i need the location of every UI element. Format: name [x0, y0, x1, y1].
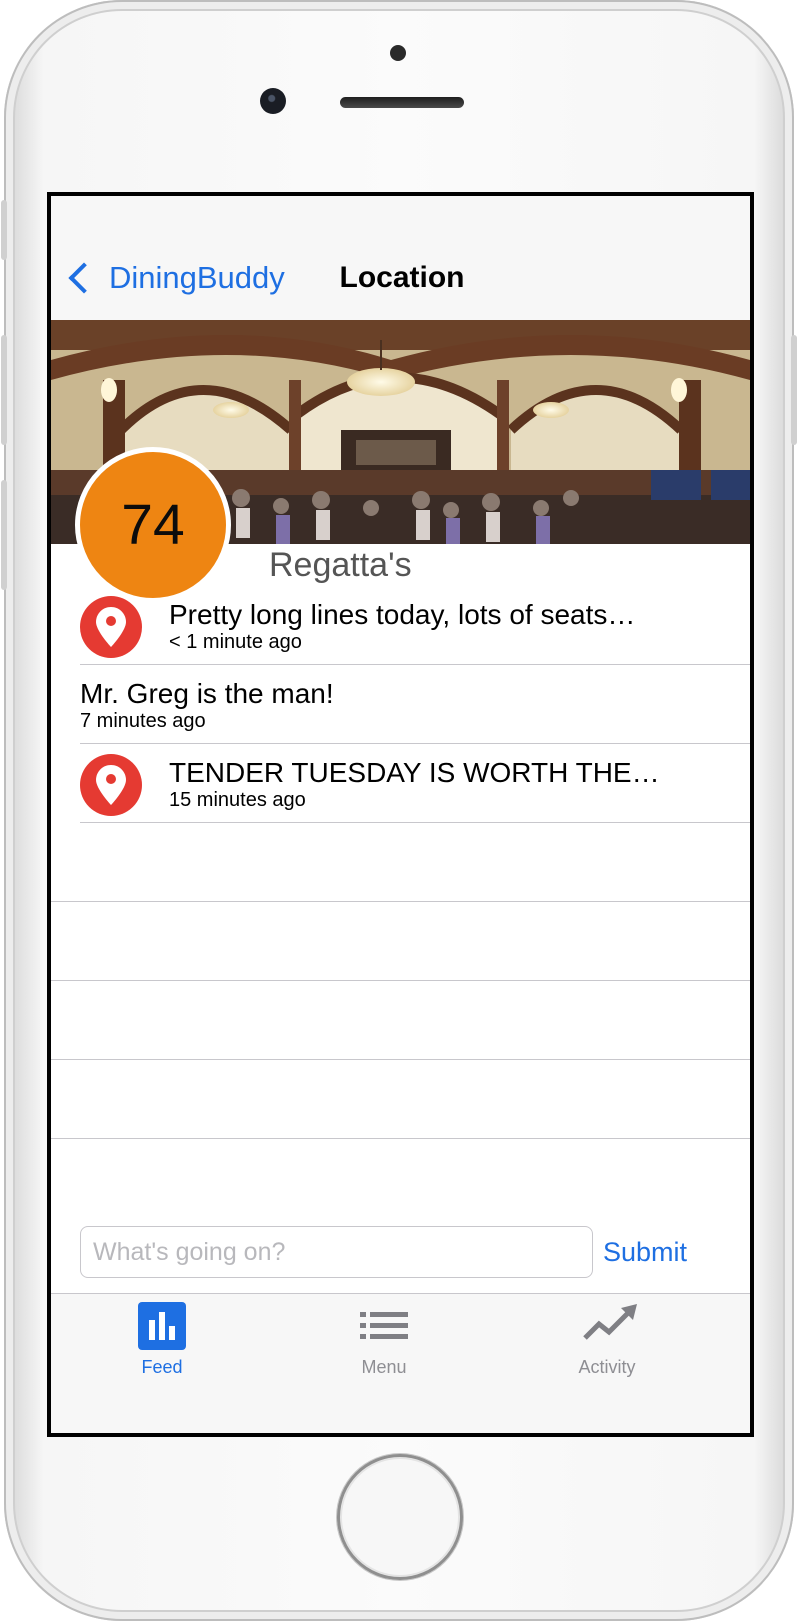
feed-list: Pretty long lines today, lots of seats… … — [51, 586, 750, 1139]
bar-chart-icon — [138, 1302, 186, 1350]
front-camera — [260, 88, 286, 114]
location-name: Regatta's — [269, 546, 412, 584]
post-input[interactable] — [80, 1226, 593, 1278]
power-button — [791, 335, 797, 445]
empty-row — [51, 823, 750, 902]
proximity-sensor — [390, 45, 406, 61]
earpiece-speaker — [340, 97, 464, 108]
page-title: Location — [339, 261, 465, 294]
submit-button[interactable]: Submit — [603, 1226, 687, 1278]
tab-menu[interactable]: Menu — [324, 1302, 444, 1378]
trend-icon — [583, 1302, 637, 1350]
feed-item[interactable]: Pretty long lines today, lots of seats… … — [80, 586, 750, 665]
post-composer: Submit — [80, 1226, 720, 1278]
navigation-bar: DiningBuddy Location — [51, 196, 750, 320]
volume-up-button — [1, 335, 7, 445]
empty-row — [51, 902, 750, 981]
empty-row — [51, 1060, 750, 1139]
location-pin-icon — [80, 754, 142, 816]
feed-item-time: < 1 minute ago — [169, 631, 302, 653]
feed-item-text: Mr. Greg is the man! — [80, 678, 334, 709]
tab-feed[interactable]: Feed — [102, 1302, 222, 1378]
feed-item[interactable]: Mr. Greg is the man! 7 minutes ago — [80, 665, 750, 744]
location-pin-icon — [80, 596, 142, 658]
feed-item-time: 7 minutes ago — [80, 710, 206, 732]
tab-feed-label: Feed — [141, 1357, 183, 1377]
feed-item-text: TENDER TUESDAY IS WORTH THE… — [169, 757, 660, 788]
tab-activity[interactable]: Activity — [547, 1302, 667, 1378]
tab-bar: Feed Menu Activity — [51, 1293, 750, 1433]
feed-item[interactable]: TENDER TUESDAY IS WORTH THE… 15 minutes … — [80, 744, 750, 823]
empty-row — [51, 981, 750, 1060]
tab-menu-label: Menu — [361, 1357, 407, 1377]
feed-item-text: Pretty long lines today, lots of seats… — [169, 599, 636, 630]
list-icon — [360, 1302, 408, 1350]
volume-down-button — [1, 480, 7, 590]
tab-activity-label: Activity — [578, 1357, 636, 1377]
app-screen: DiningBuddy Location 74 Regatta's Pretty… — [47, 192, 754, 1437]
crowd-score-badge: 74 — [75, 447, 231, 603]
home-button[interactable] — [337, 1454, 463, 1580]
feed-item-time: 15 minutes ago — [169, 789, 306, 811]
mute-switch — [1, 200, 7, 260]
